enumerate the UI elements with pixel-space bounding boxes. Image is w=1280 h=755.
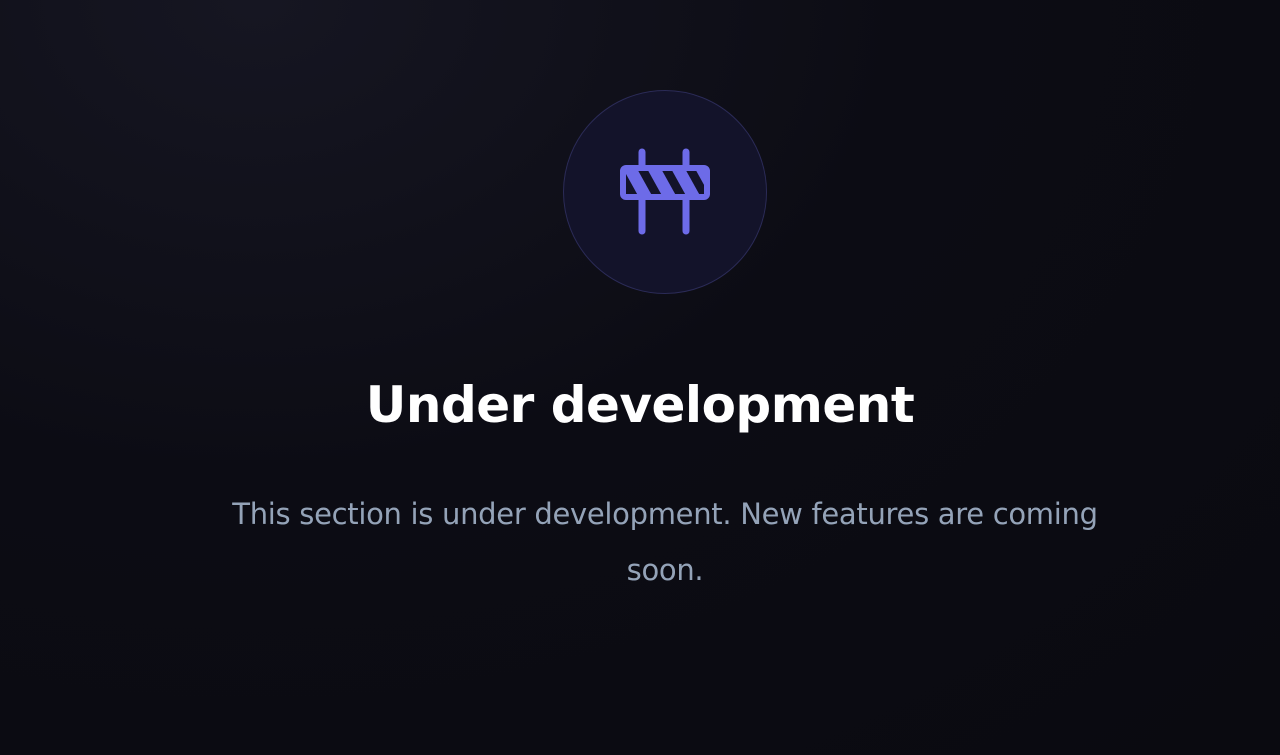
barrier-icon: [620, 148, 710, 235]
page-title: Under development: [365, 376, 915, 434]
icon-badge: [563, 90, 767, 294]
under-development-page: Under development This section is under …: [0, 0, 1280, 755]
page-description: This section is under development. New f…: [232, 497, 1098, 587]
